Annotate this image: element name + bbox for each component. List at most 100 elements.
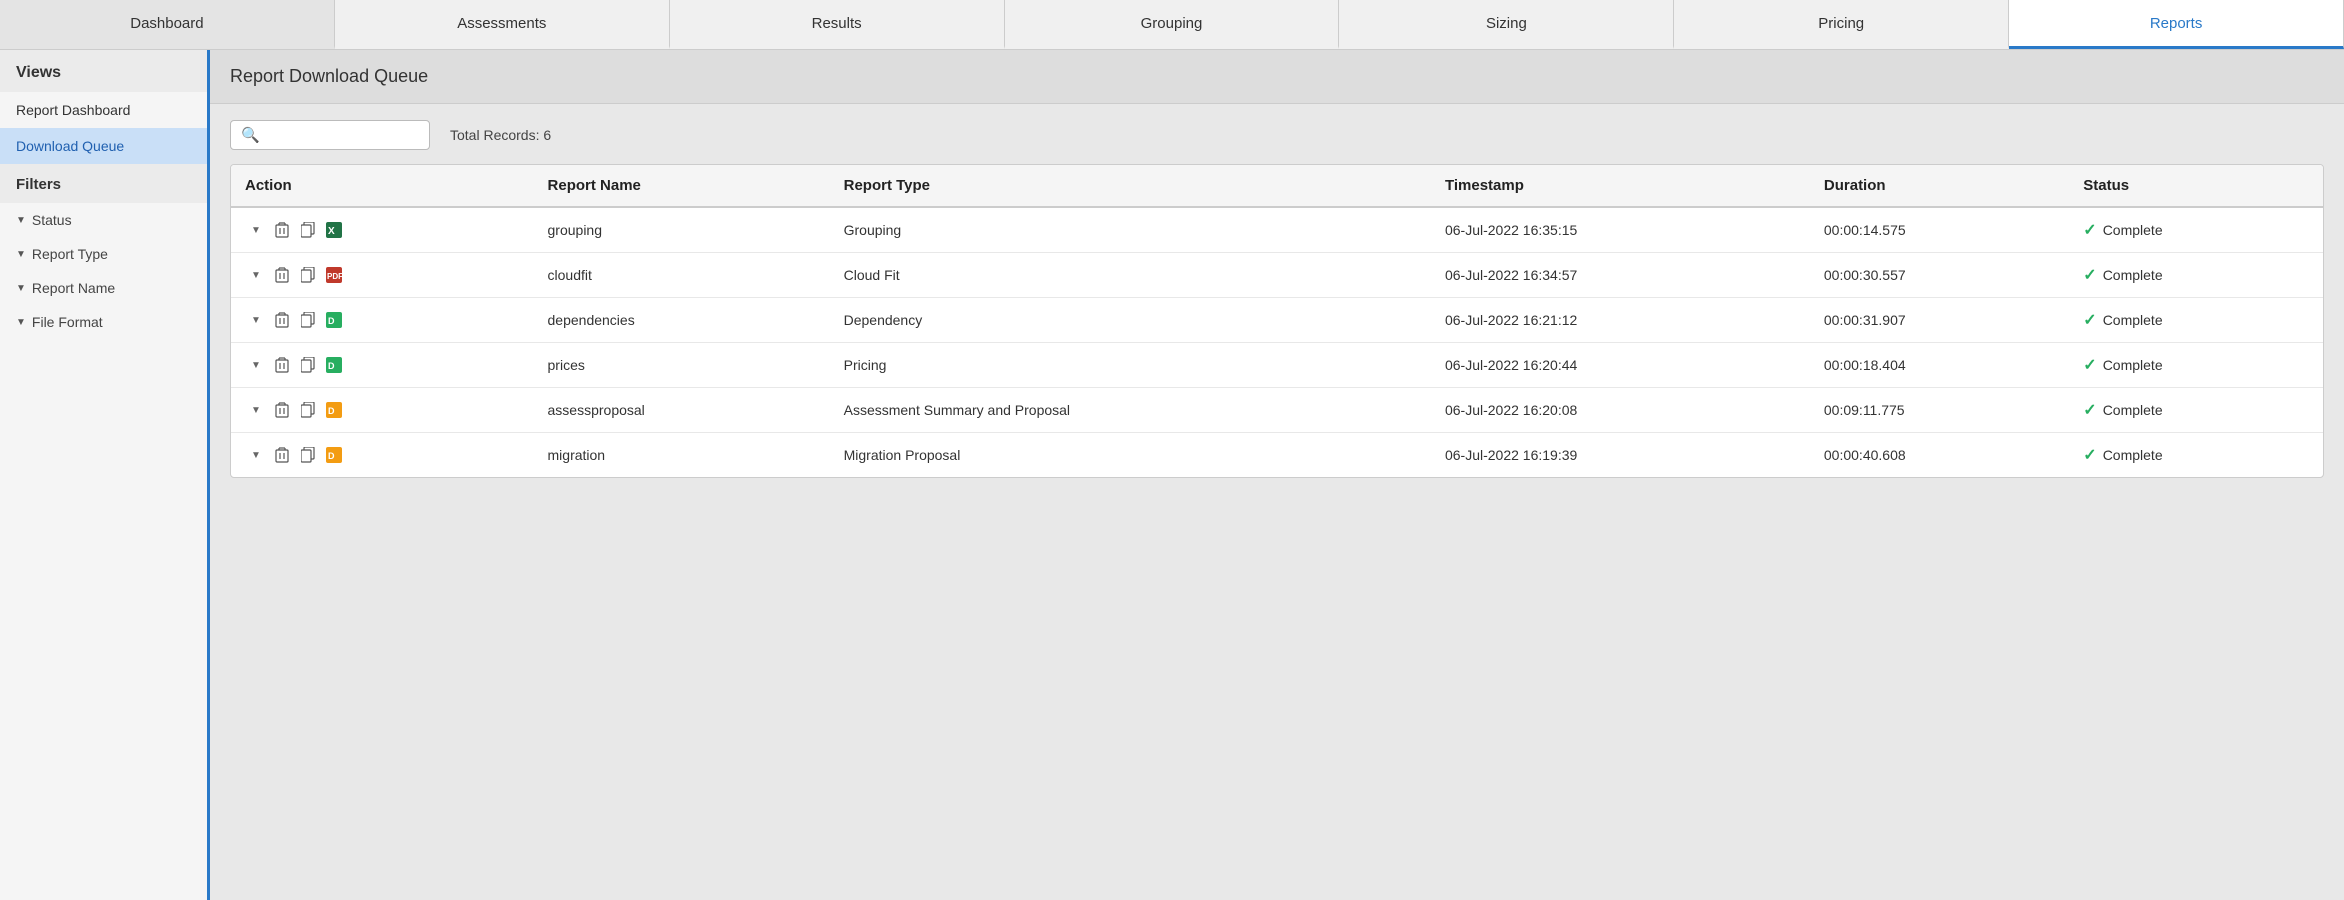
pdf-icon[interactable]: PDF [323, 264, 345, 286]
sidebar-item-download-queue[interactable]: Download Queue [0, 128, 207, 164]
filter-report-name-arrow: ▼ [16, 283, 26, 294]
filter-report-type[interactable]: ▼ Report Type [0, 237, 207, 271]
timestamp-cell-1: 06-Jul-2022 16:34:57 [1431, 253, 1810, 298]
action-cell-4: ▼ [231, 388, 534, 433]
nav-item-reports[interactable]: Reports [2009, 0, 2344, 49]
action-cell-2: ▼ [231, 298, 534, 343]
table-row: ▼ [231, 253, 2323, 298]
content-header: Report Download Queue [210, 50, 2344, 104]
search-box[interactable]: 🔍 [230, 120, 430, 150]
col-header-timestamp: Timestamp [1431, 165, 1810, 207]
svg-text:D: D [328, 406, 335, 416]
copy-btn-1[interactable] [297, 264, 319, 286]
duration-cell-5: 00:00:40.608 [1810, 433, 2069, 478]
report-name-cell-5: migration [534, 433, 830, 478]
copy-btn-4[interactable] [297, 399, 319, 421]
status-cell-4: ✓ Complete [2069, 388, 2323, 433]
status-cell-3: ✓ Complete [2069, 343, 2323, 388]
checkmark-icon-0: ✓ [2083, 220, 2096, 240]
row-expand-btn-2[interactable]: ▼ [245, 309, 267, 331]
svg-text:PDF: PDF [327, 272, 342, 281]
table-header-row: Action Report Name Report Type Timestamp… [231, 165, 2323, 207]
copy-btn-0[interactable] [297, 219, 319, 241]
filter-report-name-label: Report Name [32, 280, 115, 296]
report-name-cell-0: grouping [534, 207, 830, 253]
doc-yellow-icon[interactable]: D [323, 444, 345, 466]
report-type-cell-2: Dependency [830, 298, 1431, 343]
timestamp-cell-0: 06-Jul-2022 16:35:15 [1431, 207, 1810, 253]
table-row: ▼ [231, 298, 2323, 343]
report-type-cell-0: Grouping [830, 207, 1431, 253]
doc-green-icon[interactable]: D [323, 309, 345, 331]
reports-table: Action Report Name Report Type Timestamp… [231, 165, 2323, 477]
doc-yellow-icon[interactable]: D [323, 399, 345, 421]
excel-icon[interactable]: X [323, 219, 345, 241]
filter-file-format[interactable]: ▼ File Format [0, 305, 207, 339]
delete-btn-4[interactable] [271, 399, 293, 421]
status-label-3: Complete [2103, 357, 2163, 373]
sidebar: Views Report Dashboard Download Queue Fi… [0, 50, 210, 900]
status-cell-0: ✓ Complete [2069, 207, 2323, 253]
row-expand-btn-4[interactable]: ▼ [245, 399, 267, 421]
svg-text:D: D [328, 361, 335, 371]
status-cell-2: ✓ Complete [2069, 298, 2323, 343]
action-cell-1: ▼ [231, 253, 534, 298]
status-label-1: Complete [2103, 267, 2163, 283]
search-icon: 🔍 [241, 126, 260, 144]
table-body: ▼ [231, 207, 2323, 477]
nav-item-dashboard[interactable]: Dashboard [0, 0, 335, 49]
copy-btn-5[interactable] [297, 444, 319, 466]
delete-btn-1[interactable] [271, 264, 293, 286]
views-header: Views [0, 50, 207, 92]
nav-item-sizing[interactable]: Sizing [1339, 0, 1674, 49]
report-name-cell-3: prices [534, 343, 830, 388]
duration-cell-1: 00:00:30.557 [1810, 253, 2069, 298]
filter-status[interactable]: ▼ Status [0, 203, 207, 237]
doc-green-icon[interactable]: D [323, 354, 345, 376]
checkmark-icon-4: ✓ [2083, 400, 2096, 420]
delete-btn-2[interactable] [271, 309, 293, 331]
report-type-cell-3: Pricing [830, 343, 1431, 388]
delete-btn-3[interactable] [271, 354, 293, 376]
report-name-cell-2: dependencies [534, 298, 830, 343]
col-header-status: Status [2069, 165, 2323, 207]
row-expand-btn-0[interactable]: ▼ [245, 219, 267, 241]
table-row: ▼ [231, 343, 2323, 388]
report-name-cell-1: cloudfit [534, 253, 830, 298]
report-name-cell-4: assessproposal [534, 388, 830, 433]
svg-text:D: D [328, 316, 335, 326]
filter-report-name[interactable]: ▼ Report Name [0, 271, 207, 305]
filters-header: Filters [0, 164, 207, 203]
copy-btn-2[interactable] [297, 309, 319, 331]
svg-text:D: D [328, 451, 335, 461]
col-header-duration: Duration [1810, 165, 2069, 207]
status-complete-0: ✓ Complete [2083, 220, 2309, 240]
checkmark-icon-5: ✓ [2083, 445, 2096, 465]
nav-item-assessments[interactable]: Assessments [335, 0, 670, 49]
nav-item-grouping[interactable]: Grouping [1005, 0, 1340, 49]
nav-item-pricing[interactable]: Pricing [1674, 0, 2009, 49]
reports-table-container: Action Report Name Report Type Timestamp… [230, 164, 2324, 478]
delete-btn-0[interactable] [271, 219, 293, 241]
status-complete-1: ✓ Complete [2083, 265, 2309, 285]
nav-item-results[interactable]: Results [670, 0, 1005, 49]
delete-btn-5[interactable] [271, 444, 293, 466]
table-row: ▼ [231, 207, 2323, 253]
checkmark-icon-2: ✓ [2083, 310, 2096, 330]
action-cell-5: ▼ [231, 433, 534, 478]
row-expand-btn-1[interactable]: ▼ [245, 264, 267, 286]
filter-status-arrow: ▼ [16, 215, 26, 226]
duration-cell-0: 00:00:14.575 [1810, 207, 2069, 253]
sidebar-item-report-dashboard[interactable]: Report Dashboard [0, 92, 207, 128]
status-complete-4: ✓ Complete [2083, 400, 2309, 420]
report-type-cell-1: Cloud Fit [830, 253, 1431, 298]
row-expand-btn-3[interactable]: ▼ [245, 354, 267, 376]
status-label-0: Complete [2103, 222, 2163, 238]
status-label-5: Complete [2103, 447, 2163, 463]
top-navigation: DashboardAssessmentsResultsGroupingSizin… [0, 0, 2344, 50]
copy-btn-3[interactable] [297, 354, 319, 376]
search-input[interactable] [266, 127, 419, 143]
row-expand-btn-5[interactable]: ▼ [245, 444, 267, 466]
table-row: ▼ [231, 388, 2323, 433]
action-cell-3: ▼ [231, 343, 534, 388]
